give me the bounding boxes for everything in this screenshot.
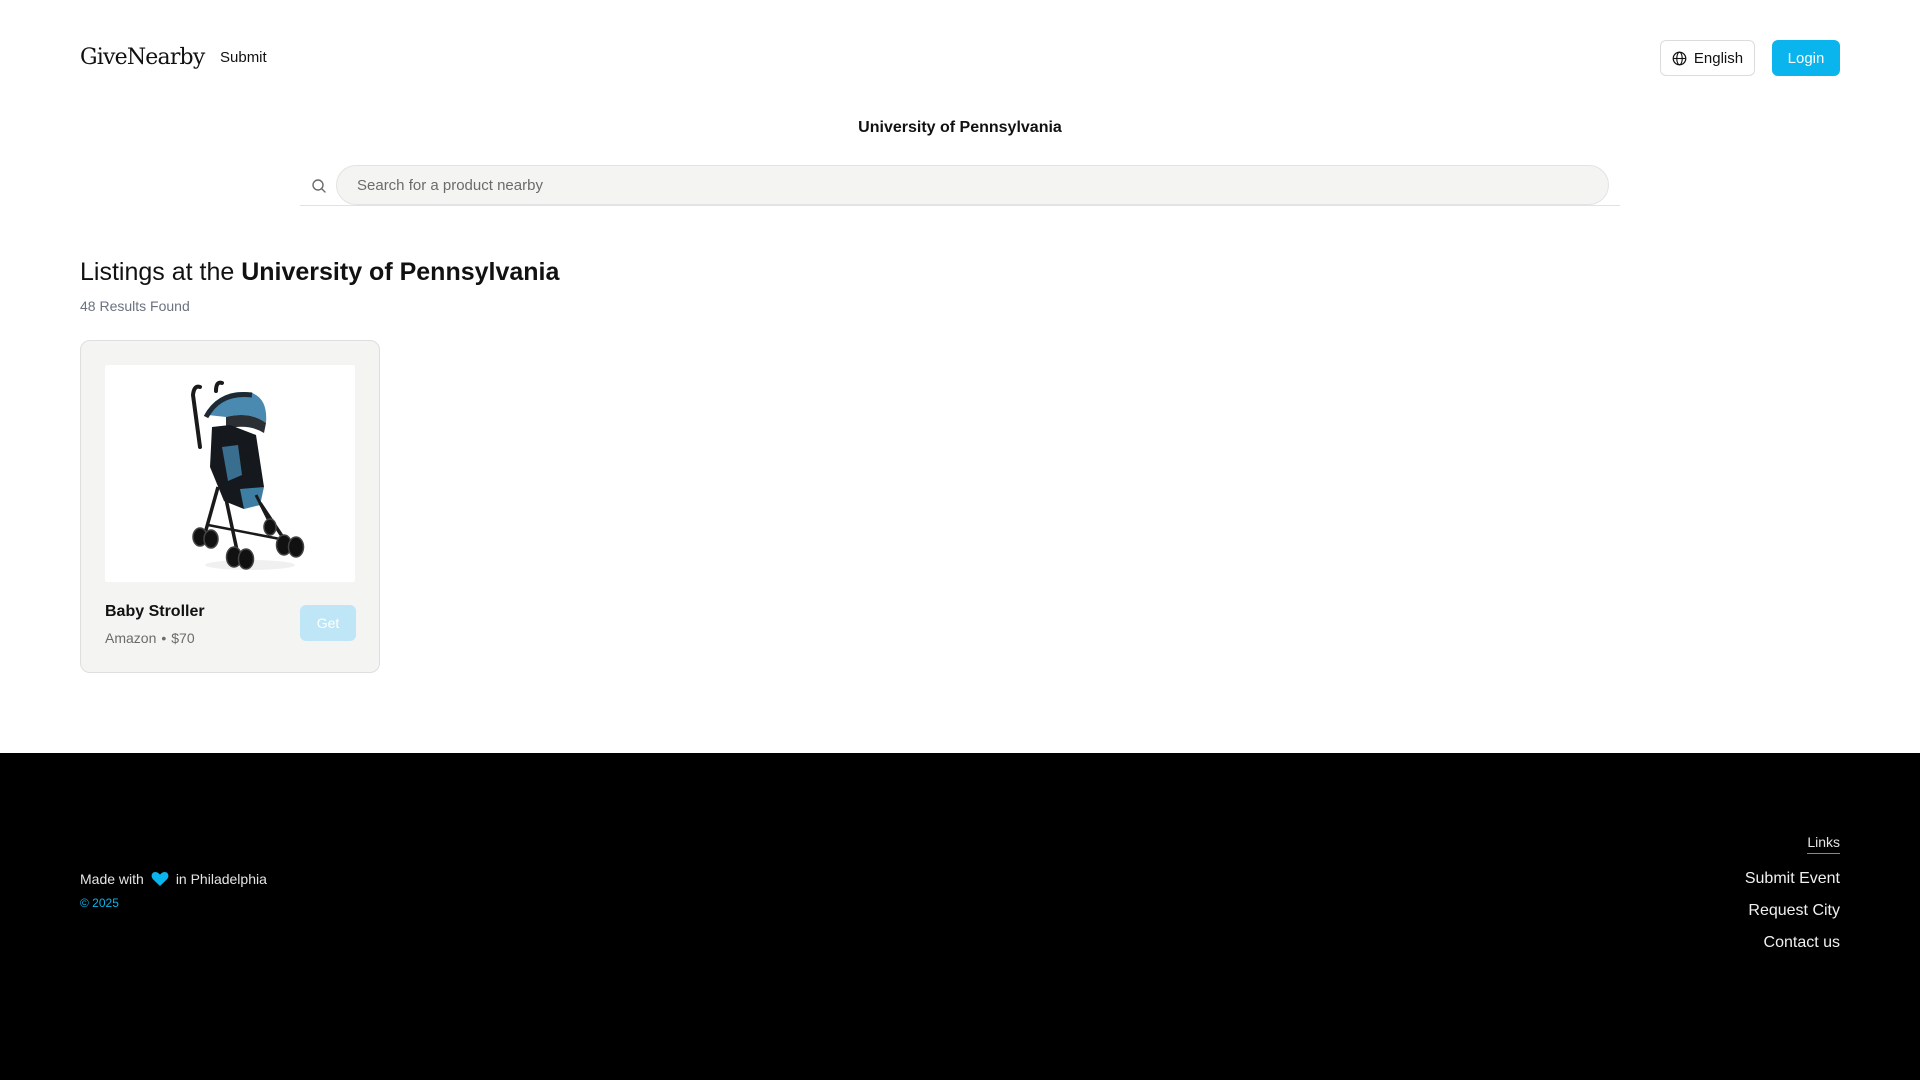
nav-submit-link[interactable]: Submit xyxy=(220,48,267,68)
page: GiveNearby Submit English Login Universi… xyxy=(0,0,1920,1080)
site-logo[interactable]: GiveNearby xyxy=(80,44,205,72)
language-button[interactable]: English xyxy=(1660,40,1755,76)
search-bar xyxy=(300,165,1620,206)
listing-title: Baby Stroller xyxy=(105,603,205,620)
baby-stroller-image xyxy=(105,365,355,582)
made-with-suffix: in Philadelphia xyxy=(175,871,267,887)
language-label: English xyxy=(1693,49,1744,67)
search-input[interactable] xyxy=(336,165,1609,205)
results-count: 48 Results Found xyxy=(80,298,190,314)
footer-link-request-city[interactable]: Request City xyxy=(1748,900,1840,922)
made-with-text: Made with in Philadelphia xyxy=(80,870,267,888)
listing-price: $70 xyxy=(171,630,195,646)
search-icon xyxy=(311,178,327,199)
footer-link-submit-event[interactable]: Submit Event xyxy=(1745,868,1840,890)
footer-links-heading: Links xyxy=(1807,833,1840,854)
listing-meta: Amazon • $70 xyxy=(105,629,195,647)
login-button[interactable]: Login xyxy=(1772,40,1840,76)
listing-vendor: Amazon xyxy=(105,630,157,646)
get-button[interactable]: Get xyxy=(300,605,356,641)
copyright: © 2025 xyxy=(80,896,119,910)
made-with-prefix: Made with xyxy=(80,871,144,887)
listing-card[interactable]: Baby Stroller Amazon • $70 Get xyxy=(80,340,380,673)
site-header: GiveNearby Submit English Login xyxy=(0,0,1920,116)
footer-links: Submit Event Request City Contact us xyxy=(1745,868,1840,954)
globe-icon xyxy=(1672,51,1687,66)
listings-heading-prefix: Listings at the xyxy=(80,258,235,286)
listings-heading-location: University of Pennsylvania xyxy=(241,258,560,286)
heart-icon xyxy=(151,871,169,887)
listing-meta-separator: • xyxy=(161,630,167,646)
site-footer: Made with in Philadelphia © 2025 Links S… xyxy=(0,753,1920,1080)
footer-link-contact-us[interactable]: Contact us xyxy=(1764,932,1840,954)
listings-heading: Listings at the University of Pennsylvan… xyxy=(80,256,559,288)
location-title: University of Pennsylvania xyxy=(858,119,1062,136)
